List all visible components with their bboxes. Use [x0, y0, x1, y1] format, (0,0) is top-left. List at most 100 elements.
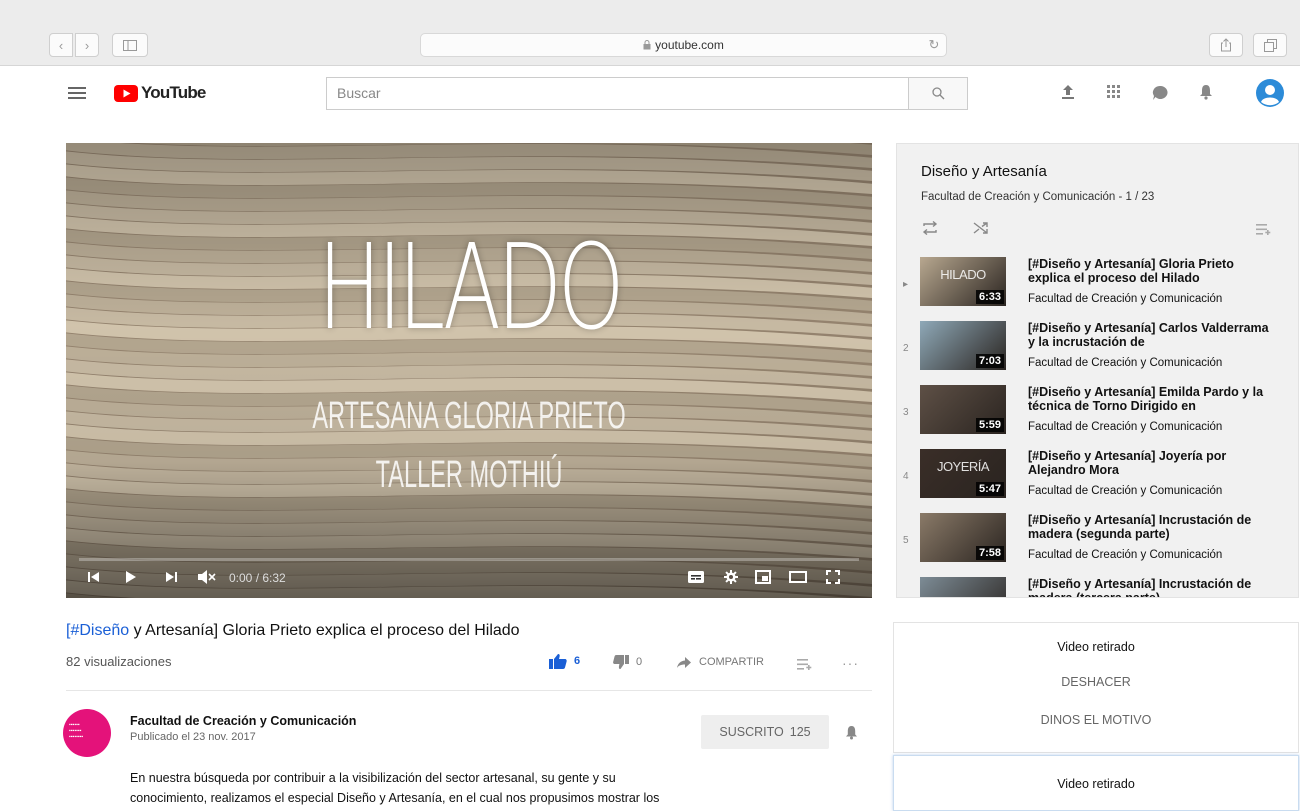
reload-button[interactable]: ↻ [924, 33, 944, 57]
playlist-item-index: 5 [903, 535, 909, 546]
channel-name[interactable]: Facultad de Creación y Comunicación [130, 714, 356, 728]
tell-us-why-button[interactable]: DINOS EL MOTIVO [894, 713, 1298, 727]
logo-text: YouTube [141, 83, 206, 102]
like-count: 6 [574, 655, 581, 667]
account-avatar[interactable] [1256, 79, 1284, 112]
playlist-item[interactable]: ▸ HILADO 6:33 [#Diseño y Artesanía] Gloria … [897, 257, 1297, 321]
back-button[interactable]: ‹ [49, 33, 73, 57]
avatar-icon [1256, 79, 1284, 107]
time-display: 0:00 / 6:32 [229, 571, 286, 585]
bell-icon [1200, 85, 1212, 100]
playlist-item-title[interactable]: [#Diseño y Artesanía] Incrustación de ma… [1028, 513, 1273, 541]
loop-button[interactable] [922, 220, 938, 240]
shuffle-icon [973, 222, 988, 234]
playlist-item-title[interactable]: [#Diseño y Artesanía] Carlos Valderrama … [1028, 321, 1273, 349]
previous-button[interactable] [88, 571, 100, 586]
shuffle-button[interactable] [973, 221, 989, 240]
tabs-icon [1263, 38, 1277, 52]
description-line: conocimiento, realizamos el especial Dis… [130, 791, 660, 805]
sidebar-button[interactable] [112, 33, 148, 57]
duration-badge: 7:58 [975, 546, 1004, 560]
apps-button[interactable] [1107, 85, 1121, 104]
playlist-item[interactable]: 3 5:59 [#Diseño y Artesanía] Emilda Pardo … [897, 385, 1297, 449]
playlist-thumbnail[interactable]: 7:03 [920, 321, 1006, 370]
playlist-item-title[interactable]: [#Diseño y Artesanía] Joyería por Alejan… [1028, 449, 1273, 477]
playlist-thumbnail[interactable] [920, 577, 1006, 597]
playlist-item[interactable]: 4 JOYERÍA 5:47 [#Diseño y Artesanía] Joyerí… [897, 449, 1297, 513]
theater-mode-button[interactable] [789, 571, 807, 586]
playlist-item-title[interactable]: [#Diseño y Artesanía] Incrustación de ma… [1028, 577, 1273, 597]
channel-avatar[interactable]: ▪▪▪▪▪▪ ▪▪▪▪▪▪▪ ▪▪▪▪▪▪▪▪ [63, 709, 111, 757]
playlist-item-index: 4 [903, 471, 909, 482]
chevron-right-icon: › [84, 37, 90, 53]
thumbs-up-icon [549, 654, 567, 669]
skip-next-icon [166, 572, 177, 582]
tabs-button[interactable] [1253, 33, 1287, 57]
settings-button[interactable] [724, 570, 738, 587]
more-actions-button[interactable]: ··· [842, 655, 859, 671]
channel-notifications-button[interactable] [845, 725, 858, 745]
video-overlay-title: HILADO [317, 218, 625, 356]
url-text: youtube.com [655, 38, 724, 52]
duration-badge: 5:47 [975, 482, 1004, 496]
fullscreen-button[interactable] [826, 570, 840, 587]
play-icon [126, 571, 136, 583]
playlist-add-icon [1256, 224, 1271, 235]
mute-button[interactable] [197, 569, 217, 588]
play-button[interactable] [125, 570, 137, 587]
playlist-items: ▸ HILADO 6:33 [#Diseño y Artesanía] Gloria … [897, 257, 1298, 597]
playlist-item[interactable]: 5 7:58 [#Diseño y Artesanía] Incrustación … [897, 513, 1297, 577]
divider [66, 690, 872, 691]
playlist-item-index: ▸ [903, 279, 909, 290]
save-playlist-button[interactable] [1256, 222, 1272, 240]
progress-bar[interactable] [79, 558, 859, 561]
like-button[interactable]: 6 [549, 653, 580, 669]
description-line: En nuestra búsqueda por contribuir a la … [130, 771, 616, 785]
next-button[interactable] [165, 571, 177, 586]
fullscreen-icon [826, 570, 840, 584]
subscribe-label: SUSCRITO [719, 725, 784, 739]
playlist-item[interactable]: 2 7:03 [#Diseño y Artesanía] Carlos Valder… [897, 321, 1297, 385]
playlist-thumbnail[interactable]: HILADO 6:33 [920, 257, 1006, 306]
video-title-hashtag[interactable]: [#Diseño [66, 622, 129, 639]
subtitles-button[interactable] [688, 571, 704, 586]
address-bar[interactable]: youtube.com [420, 33, 947, 57]
playlist-title[interactable]: Diseño y Artesanía [921, 163, 1047, 180]
share-button[interactable]: COMPARTIR [677, 656, 764, 668]
youtube-play-icon [114, 84, 138, 102]
undo-button[interactable]: DESHACER [894, 675, 1298, 689]
search-button[interactable] [908, 77, 968, 110]
playlist-thumbnail[interactable]: 7:58 [920, 513, 1006, 562]
menu-button[interactable] [68, 86, 86, 105]
upload-button[interactable] [1061, 84, 1075, 105]
chat-bubble-icon [1152, 85, 1168, 100]
playlist-panel: Diseño y Artesanía Facultad de Creación … [896, 143, 1299, 598]
playlist-thumbnail[interactable]: 5:59 [920, 385, 1006, 434]
search-input[interactable]: Buscar [326, 77, 908, 110]
share-icon [1221, 38, 1231, 52]
lock-icon [643, 40, 651, 50]
video-player[interactable]: HILADO ARTESANA GLORIA PRIETO TALLER MOT… [66, 143, 872, 598]
playlist-item[interactable]: [#Diseño y Artesanía] Incrustación de ma… [897, 577, 1297, 597]
add-to-playlist-button[interactable] [797, 657, 813, 675]
thumbnail-text: HILADO [940, 267, 986, 282]
playlist-subtitle: Facultad de Creación y Comunicación - 1 … [921, 191, 1155, 203]
dislike-count: 0 [636, 656, 643, 668]
playlist-item-title[interactable]: [#Diseño y Artesanía] Gloria Prieto expl… [1028, 257, 1273, 285]
miniplayer-button[interactable] [755, 570, 771, 587]
dislike-button[interactable]: 0 [613, 655, 642, 669]
subscriber-count: 125 [789, 725, 811, 739]
publish-date: Publicado el 23 nov. 2017 [130, 731, 256, 743]
share-page-button[interactable] [1209, 33, 1243, 57]
sidebar-icon [123, 39, 137, 51]
video-title-text: y Artesanía] Gloria Prieto explica el pr… [129, 622, 520, 639]
forward-button[interactable]: › [75, 33, 99, 57]
notifications-button[interactable] [1199, 84, 1213, 105]
messages-button[interactable] [1152, 85, 1168, 106]
playlist-item-title[interactable]: [#Diseño y Artesanía] Emilda Pardo y la … [1028, 385, 1273, 413]
subscribe-button[interactable]: SUSCRITO 125 [701, 715, 829, 749]
playlist-thumbnail[interactable]: JOYERÍA 5:47 [920, 449, 1006, 498]
video-title: [#Diseño y Artesanía] Gloria Prieto expl… [66, 622, 520, 640]
youtube-logo[interactable]: YouTube [114, 83, 206, 103]
subtitles-icon [688, 571, 704, 583]
